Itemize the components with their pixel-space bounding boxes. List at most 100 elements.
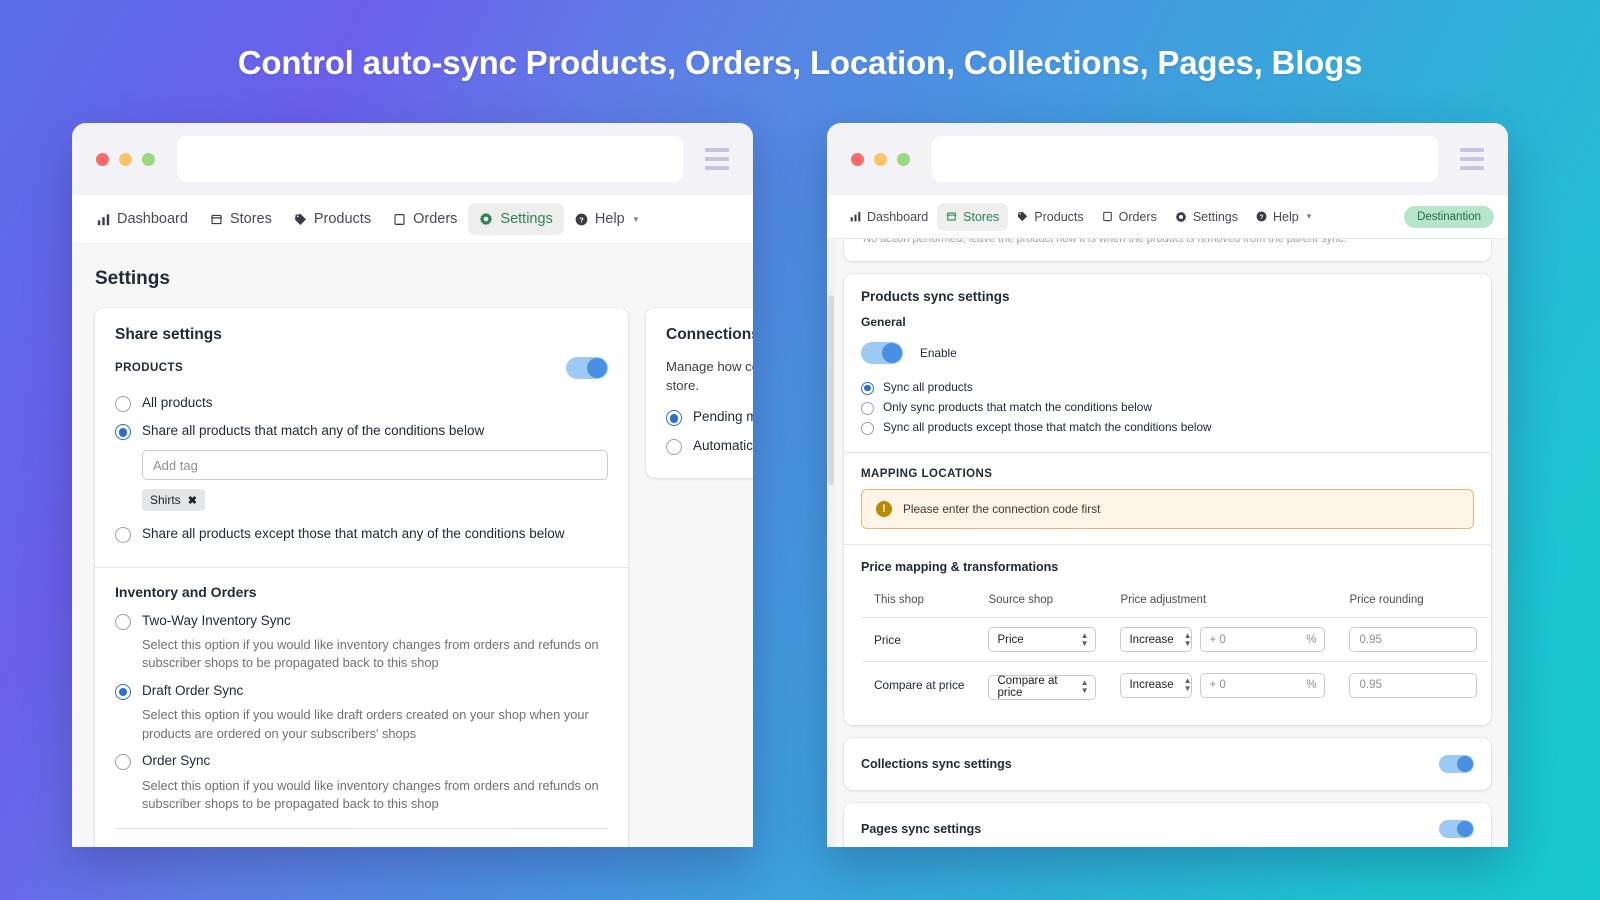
- menu-icon[interactable]: [1460, 148, 1484, 170]
- radio-icon[interactable]: [115, 683, 131, 700]
- collections-sync-settings-card[interactable]: Collections sync settings: [844, 737, 1491, 790]
- sync-option-all-products[interactable]: Sync all products: [861, 377, 1474, 397]
- radio-icon[interactable]: [115, 613, 131, 630]
- right-browser-window: Dashboard Stores Products Orders Setting…: [827, 123, 1508, 847]
- cell-price-rounding: 0.95: [1337, 617, 1490, 662]
- radio-icon[interactable]: [115, 754, 131, 771]
- right-window-titlebar: [827, 123, 1508, 195]
- inventory-option-draft-order[interactable]: Draft Order Sync: [115, 677, 608, 705]
- radio-icon[interactable]: [115, 527, 131, 544]
- minimize-window-button[interactable]: [119, 152, 132, 166]
- inventory-and-orders-title: Inventory and Orders: [115, 583, 257, 600]
- table-row: Compare at price Compare at price ▲ ▼ Inc…: [862, 662, 1489, 709]
- chevron-updown-icon: ▲ ▼: [1183, 630, 1192, 648]
- option-label: Share all products except those that mat…: [142, 526, 565, 542]
- order-notification-checkbox-row[interactable]: Order Notification: [115, 843, 608, 847]
- radio-icon[interactable]: [115, 424, 131, 441]
- price-mapping-section: Price mapping & transformations This sho…: [844, 545, 1491, 725]
- nav-label: Help: [1273, 209, 1299, 224]
- chevron-updown-icon: ▲ ▼: [1183, 676, 1192, 694]
- previous-card-cutoff: No action performed, leave the product h…: [844, 239, 1491, 261]
- radio-icon[interactable]: [861, 421, 874, 435]
- radio-icon[interactable]: [861, 381, 874, 395]
- nav-item-help[interactable]: ? Help ▾: [1247, 203, 1320, 231]
- adjust-type-select-price[interactable]: Increase ▲ ▼: [1120, 627, 1193, 652]
- inventory-option-order-sync[interactable]: Order Sync: [115, 747, 608, 775]
- store-icon: [946, 211, 957, 222]
- cell-price-rounding: 0.95: [1337, 662, 1489, 709]
- close-window-button[interactable]: [851, 152, 864, 166]
- adjust-type-select-compare[interactable]: Increase ▲ ▼: [1120, 672, 1193, 698]
- collections-sync-toggle[interactable]: [1439, 754, 1474, 773]
- nav-label: Settings: [500, 211, 553, 227]
- radio-icon[interactable]: [861, 401, 874, 415]
- sync-option-only-match[interactable]: Only sync products that match the condit…: [861, 397, 1474, 417]
- nav-item-settings[interactable]: Settings: [468, 203, 564, 235]
- share-option-match-conditions[interactable]: Share all products that match any of the…: [115, 417, 608, 445]
- price-rounding-input-compare[interactable]: 0.95: [1349, 672, 1478, 698]
- nav-item-settings[interactable]: Settings: [1166, 203, 1247, 231]
- close-icon[interactable]: ✖: [188, 494, 197, 507]
- nav-label: Orders: [1118, 209, 1157, 224]
- order-notification-section: Order Notification Receive email notific…: [95, 829, 628, 847]
- cell-adjust-value: + 0 %: [1196, 617, 1338, 662]
- banner-text: Please enter the connection code first: [903, 502, 1101, 516]
- inventory-option-two-way[interactable]: Two-Way Inventory Sync: [115, 607, 608, 635]
- scrollbar-thumb[interactable]: [828, 295, 834, 485]
- option-help-text: Select this option if you would like inv…: [142, 636, 599, 671]
- nav-item-dashboard[interactable]: Dashboard: [86, 203, 199, 235]
- radio-icon[interactable]: [115, 396, 131, 412]
- share-option-except-conditions[interactable]: Share all products except those that mat…: [115, 520, 608, 548]
- chevron-updown-icon: ▲ ▼: [1080, 630, 1089, 648]
- nav-item-products[interactable]: Products: [283, 203, 382, 235]
- nav-item-products[interactable]: Products: [1008, 203, 1092, 231]
- maximize-window-button[interactable]: [897, 152, 910, 166]
- nav-item-dashboard[interactable]: Dashboard: [841, 203, 937, 231]
- pages-sync-toggle[interactable]: [1439, 819, 1474, 838]
- sync-option-except-match[interactable]: Sync all products except those that matc…: [861, 417, 1474, 437]
- close-window-button[interactable]: [96, 152, 109, 166]
- svg-text:?: ?: [579, 215, 584, 224]
- minimize-window-button[interactable]: [874, 152, 887, 166]
- address-bar[interactable]: [932, 136, 1438, 182]
- address-bar[interactable]: [177, 136, 683, 182]
- adjust-value-input-price[interactable]: + 0 %: [1200, 627, 1326, 652]
- menu-icon[interactable]: [705, 148, 729, 170]
- cell-source-shop: Price ▲ ▼: [976, 617, 1109, 662]
- page-title: Control auto-sync Products, Orders, Loca…: [237, 44, 1363, 81]
- svg-text:?: ?: [1260, 214, 1264, 221]
- scrollbar-track[interactable]: [827, 239, 835, 847]
- price-rounding-input-price[interactable]: 0.95: [1349, 627, 1478, 652]
- option-label: Two-Way Inventory Sync: [142, 612, 291, 628]
- nav-item-orders[interactable]: Orders: [1093, 203, 1166, 231]
- option-label: All products: [142, 395, 213, 410]
- connections-option-auto-accept[interactable]: Automatically accept: [666, 432, 753, 460]
- maximize-window-button[interactable]: [142, 152, 155, 166]
- store-icon: [210, 213, 223, 226]
- nav-item-stores[interactable]: Stores: [937, 202, 1009, 231]
- source-shop-select-price[interactable]: Price ▲ ▼: [988, 627, 1097, 652]
- tag-chip-shirts[interactable]: Shirts ✖: [142, 489, 205, 512]
- enable-toggle[interactable]: [861, 342, 903, 364]
- radio-icon[interactable]: [666, 410, 682, 427]
- pages-sync-settings-card[interactable]: Pages sync settings: [844, 802, 1491, 847]
- nav-item-help[interactable]: ? Help ▾: [564, 203, 649, 235]
- connections-card: Connections Manage how connections are m…: [646, 308, 753, 478]
- share-option-all-products[interactable]: All products: [115, 389, 608, 417]
- connections-option-pending-mode[interactable]: Pending mode: [666, 403, 753, 431]
- chevron-updown-icon: ▲ ▼: [1080, 678, 1089, 695]
- order-icon: [393, 213, 406, 226]
- source-shop-select-compare[interactable]: Compare at price ▲ ▼: [988, 674, 1097, 700]
- radio-icon[interactable]: [666, 438, 682, 455]
- cell-adjust-type: Increase ▲ ▼: [1108, 617, 1197, 662]
- nav-item-stores[interactable]: Stores: [199, 203, 283, 235]
- left-app-nav: Dashboard Stores Products Orders Setting…: [72, 195, 753, 244]
- enable-toggle-row[interactable]: Enable: [861, 342, 1474, 364]
- input-value: + 0: [1209, 679, 1226, 692]
- adjust-value-input-compare[interactable]: + 0 %: [1200, 672, 1326, 698]
- connections-title: Connections: [666, 326, 753, 343]
- nav-item-orders[interactable]: Orders: [382, 203, 468, 235]
- add-tag-input[interactable]: Add tag: [142, 450, 608, 481]
- connections-description: Manage how connections are made to this …: [666, 359, 753, 394]
- products-share-toggle[interactable]: [566, 357, 608, 379]
